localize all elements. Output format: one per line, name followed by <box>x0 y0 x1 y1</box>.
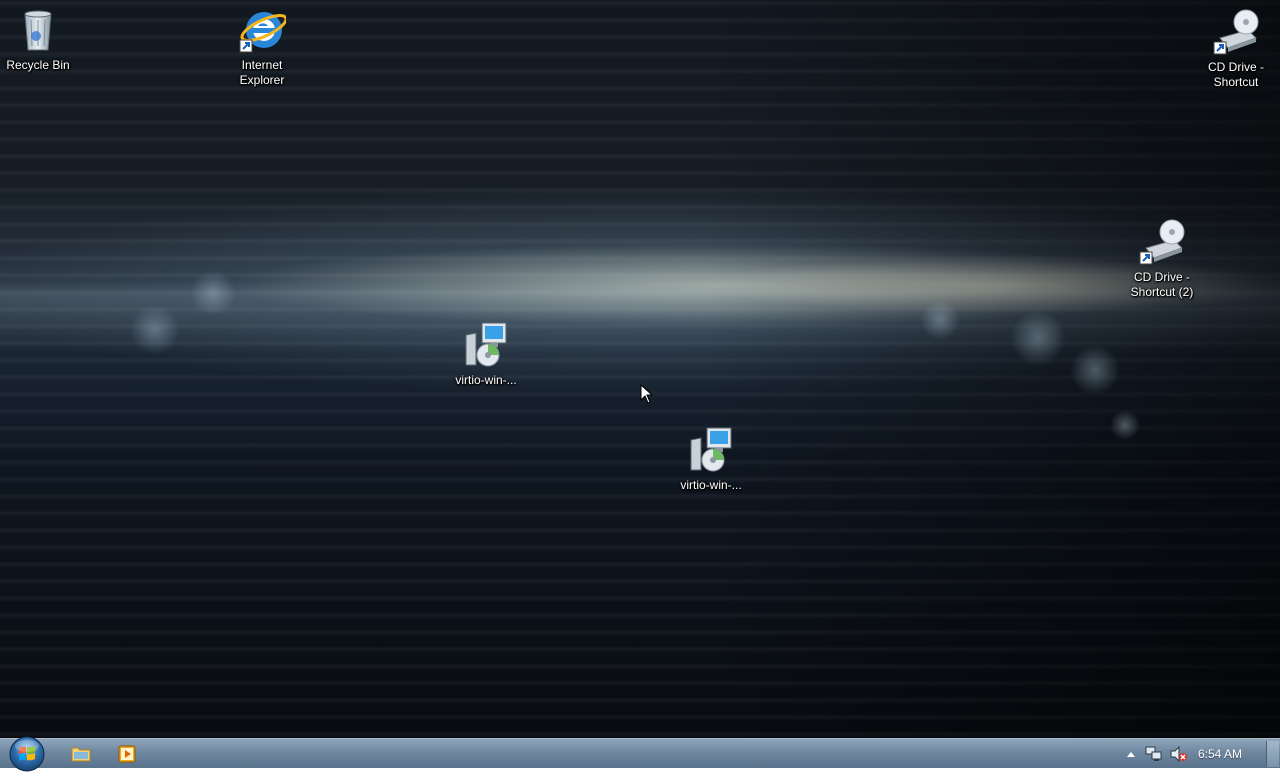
installer-icon <box>687 426 735 474</box>
wallpaper-bokeh <box>130 305 180 355</box>
taskbar: 6:54 AM <box>0 736 1280 772</box>
desktop-icon-cd-drive-shortcut[interactable]: CD Drive - Shortcut <box>1198 8 1274 90</box>
wallpaper-bokeh <box>190 270 236 316</box>
desktop[interactable]: Recycle Bin Internet Explorer CD Drive -… <box>0 0 1280 738</box>
show-desktop-button[interactable] <box>1266 741 1279 767</box>
desktop-icon-virtio-win-2[interactable]: virtio-win-... <box>673 426 749 493</box>
wallpaper-bokeh <box>920 300 960 340</box>
desktop-icon-label: virtio-win-... <box>680 478 742 492</box>
desktop-icon-internet-explorer[interactable]: Internet Explorer <box>224 6 300 88</box>
network-tray-button[interactable] <box>1145 745 1163 763</box>
wallpaper-bokeh <box>1010 310 1066 366</box>
installer-icon <box>462 321 510 369</box>
volume-tray-button[interactable] <box>1170 745 1188 763</box>
folder-icon <box>71 747 91 762</box>
cd-drive-shortcut-icon <box>1212 8 1260 56</box>
show-hidden-icons-arrow <box>1127 752 1135 757</box>
desktop-icon-label: CD Drive - Shortcut <box>1208 60 1264 89</box>
taskbar-clock[interactable]: 6:54 AM <box>1198 747 1242 761</box>
wallpaper-bokeh <box>1110 410 1140 440</box>
desktop-icon-cd-drive-shortcut-2[interactable]: CD Drive - Shortcut (2) <box>1124 218 1200 300</box>
recycle-bin-icon <box>14 6 62 54</box>
media-player-icon <box>118 745 136 763</box>
windows-logo-icon <box>9 736 45 772</box>
wallpaper-bokeh <box>1070 345 1120 395</box>
mouse-cursor-icon <box>640 383 654 404</box>
desktop-icon-label: Recycle Bin <box>6 58 70 72</box>
volume-muted-icon <box>1170 746 1187 762</box>
desktop-icon-label: virtio-win-... <box>455 373 517 387</box>
start-button[interactable] <box>8 735 46 773</box>
taskbar-media-player-button[interactable] <box>112 741 142 767</box>
cd-drive-shortcut-icon <box>1138 218 1186 266</box>
desktop-icon-recycle-bin[interactable]: Recycle Bin <box>0 6 76 73</box>
taskbar-windows-explorer-button[interactable] <box>66 741 96 767</box>
internet-explorer-icon <box>238 6 288 54</box>
show-hidden-icons-button[interactable] <box>1122 745 1140 763</box>
network-icon <box>1145 746 1162 761</box>
desktop-icon-label: CD Drive - Shortcut (2) <box>1130 270 1194 299</box>
desktop-icon-label: Internet Explorer <box>239 58 285 87</box>
desktop-icon-virtio-win-1[interactable]: virtio-win-... <box>448 321 524 388</box>
